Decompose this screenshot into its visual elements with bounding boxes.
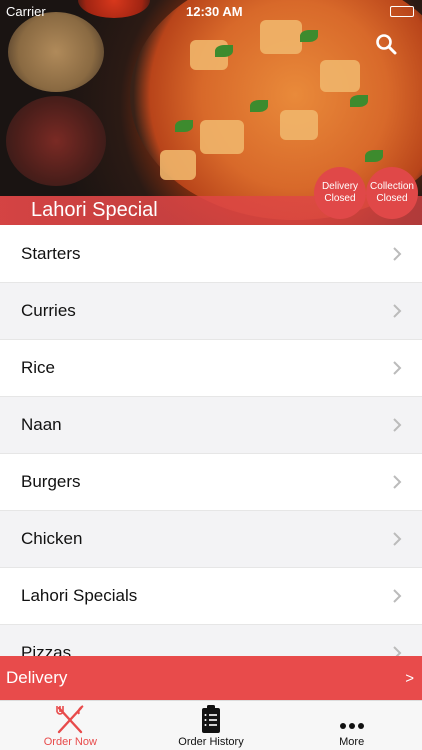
chevron-right-icon [393,247,402,261]
herb-leaf [350,95,368,107]
search-icon[interactable] [374,32,398,56]
delivery-status-badge: Delivery Closed [314,167,366,219]
spice-bowl [6,96,106,186]
order-type-bar[interactable]: Delivery > [0,656,422,700]
delivery-status-label: Delivery [321,181,359,192]
food-piece [320,60,360,92]
menu-category-label: Pizzas [21,643,72,656]
herb-leaf [365,150,383,162]
delivery-status-value: Closed [324,193,356,204]
herb-leaf [175,120,193,132]
collection-status-badge: Collection Closed [366,167,418,219]
menu-category-pizzas[interactable]: Pizzas [0,625,422,656]
food-piece [260,20,302,54]
menu-category-label: Lahori Specials [21,586,138,605]
tab-label: Order Now [43,736,97,748]
menu-category-starters[interactable]: Starters [0,226,422,283]
chevron-right-icon [393,589,402,603]
herb-leaf [250,100,268,112]
fork-knife-icon [56,705,84,734]
chevron-right-icon [393,361,402,375]
collection-status-value: Closed [376,193,408,204]
menu-category-label: Naan [21,415,62,434]
menu-category-label: Chicken [21,529,83,548]
hero-banner: Carrier 12:30 AM Lahori Special Delivery… [0,0,422,225]
menu-category-label: Burgers [21,472,81,491]
chevron-right-icon [393,475,402,489]
tab-more[interactable]: More [281,701,422,750]
menu-category-label: Starters [21,244,81,263]
clipboard-icon [202,705,220,733]
tab-order-now[interactable]: Order Now [0,701,141,750]
food-piece [160,150,196,180]
tab-label: Order History [178,736,244,748]
tab-label: More [339,736,365,748]
chevron-right-icon [393,646,402,656]
food-piece [200,120,244,154]
tab-bar: Order Now Order History More [0,700,422,750]
menu-category-label: Rice [21,358,56,377]
menu-category-burgers[interactable]: Burgers [0,454,422,511]
menu-category-naan[interactable]: Naan [0,397,422,454]
carrier-label: Carrier [6,4,46,19]
chevron-right-icon [393,532,402,546]
menu-category-label: Curries [21,301,76,320]
menu-category-chicken[interactable]: Chicken [0,511,422,568]
status-time: 12:30 AM [186,4,243,19]
battery-icon [390,6,414,17]
chevron-right-icon [393,304,402,318]
more-dots-icon [339,723,364,729]
menu-category-rice[interactable]: Rice [0,340,422,397]
spice-bowl [8,12,104,92]
tab-order-history[interactable]: Order History [141,701,282,750]
menu-category-curries[interactable]: Curries [0,283,422,340]
order-type-label: Delivery [6,668,68,687]
menu-category-lahori-specials[interactable]: Lahori Specials [0,568,422,625]
chevron-right-icon [393,418,402,432]
menu-category-list: Starters Curries Rice Naan Burgers Chick… [0,226,422,656]
restaurant-name: Lahori Special [31,199,158,221]
herb-leaf [215,45,233,57]
status-bar: Carrier 12:30 AM [0,0,422,22]
food-piece [280,110,318,140]
collection-status-label: Collection [370,181,414,192]
herb-leaf [300,30,318,42]
order-type-arrow: > [405,669,414,687]
